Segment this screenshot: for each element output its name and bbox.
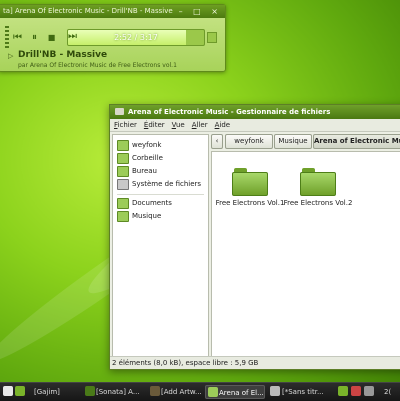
- folder-item-vol1[interactable]: [232, 168, 268, 196]
- sidebar-item-label: Documents: [132, 199, 172, 207]
- tray-icon[interactable]: [338, 386, 348, 396]
- sidebar-item-label: Système de fichiers: [132, 180, 202, 188]
- folder-icon: [117, 211, 129, 222]
- path-segment-musique[interactable]: Musique: [274, 134, 312, 149]
- sonata-titlebar[interactable]: ta] Arena Of Electronic Music - Drill'NB…: [0, 5, 225, 18]
- song-subtitle: par Arena Of Electronic Music de Free El…: [18, 62, 177, 69]
- folder-icon-body: [232, 172, 268, 196]
- menu-aller[interactable]: Aller: [192, 119, 208, 131]
- sidebar-divider: [117, 194, 204, 195]
- tray-icon[interactable]: [351, 386, 361, 396]
- trash-icon: [117, 153, 129, 164]
- file-manager-window: Arena of Electronic Music - Gestionnaire…: [109, 104, 400, 370]
- drive-icon: [117, 179, 129, 190]
- menu-fichier[interactable]: Fichier: [114, 119, 137, 131]
- menu-icon[interactable]: [3, 386, 13, 396]
- text-editor-icon: [270, 386, 280, 396]
- folder-icon-body: [300, 172, 336, 196]
- desktop-icon: [117, 166, 129, 177]
- sonata-title-text: ta] Arena Of Electronic Music - Drill'NB…: [3, 7, 173, 15]
- taskbar-item-sans-titre[interactable]: [*Sans titr...: [282, 385, 328, 399]
- sonata-icon: [85, 386, 95, 396]
- grip-icon: [5, 26, 9, 48]
- divider: [110, 131, 400, 132]
- folder-label[interactable]: Free Electrons Vol.1: [214, 199, 286, 207]
- path-segment-label: weyfonk: [234, 137, 264, 145]
- menu-vue[interactable]: Vue: [172, 119, 185, 131]
- status-bar: 2 éléments (8,0 kB), espace libre : 5,9 …: [110, 356, 400, 369]
- folder-icon: [208, 387, 218, 397]
- next-button[interactable]: ⏭: [66, 30, 79, 43]
- app-icon: [150, 386, 160, 396]
- sidebar-item-label: Bureau: [132, 167, 157, 175]
- sidebar-item-label: weyfonk: [132, 141, 162, 149]
- path-bar: ‹ weyfonk Musique Arena of Electronic Mu…: [211, 134, 400, 149]
- folder-icon: [117, 140, 129, 151]
- sidebar-item-label: Corbeille: [132, 154, 163, 162]
- sonata-body: ⏮ ⏸ ■ 2:52 / 3:17 ▷ Drill'NB - Massive p…: [0, 18, 225, 71]
- file-view: Free Electrons Vol.1 Free Electrons Vol.…: [211, 151, 400, 360]
- folder-icon: [115, 108, 124, 115]
- menu-aide[interactable]: Aide: [215, 119, 231, 131]
- taskbar: [Gajim] [Sonata] A... [Add Artw... Arena…: [0, 382, 400, 401]
- menu-bar: Fichier Éditer Vue Aller Aide: [110, 119, 400, 131]
- menu-editer[interactable]: Éditer: [144, 119, 165, 131]
- folder-icon: [117, 198, 129, 209]
- volume-icon[interactable]: [364, 386, 374, 396]
- file-manager-titlebar[interactable]: Arena of Electronic Music - Gestionnaire…: [110, 105, 400, 119]
- sidebar-item-label: Musique: [132, 212, 162, 220]
- sidebar: weyfonk Corbeille Bureau Système de fich…: [112, 134, 209, 360]
- path-segment-weyfonk[interactable]: weyfonk: [225, 134, 273, 149]
- sonata-window: ta] Arena Of Electronic Music - Drill'NB…: [0, 4, 226, 72]
- volume-icon[interactable]: [207, 32, 217, 43]
- taskbar-item-sonata[interactable]: [Sonata] A...: [96, 385, 146, 399]
- folder-item-vol2[interactable]: [300, 168, 336, 196]
- progress-time: 2:52 / 3:17: [114, 33, 158, 42]
- taskbar-item-add-artwork[interactable]: [Add Artw...: [161, 385, 203, 399]
- stop-button[interactable]: ■: [45, 31, 58, 44]
- song-title: Drill'NB - Massive: [18, 50, 108, 60]
- clock[interactable]: 2(: [384, 385, 400, 399]
- taskbar-item-gajim[interactable]: [Gajim]: [24, 385, 90, 399]
- expand-arrow-icon[interactable]: ▷: [8, 52, 13, 60]
- path-segment-current[interactable]: Arena of Electronic Music: [313, 134, 400, 149]
- previous-button[interactable]: ⏮: [11, 31, 24, 44]
- folder-label[interactable]: Free Electrons Vol.2: [282, 199, 354, 207]
- progress-bar[interactable]: 2:52 / 3:17: [67, 29, 205, 46]
- window-controls[interactable]: – □ ×: [179, 5, 222, 18]
- taskbar-item-label: Arena of El...: [219, 389, 264, 397]
- window-title: Arena of Electronic Music - Gestionnaire…: [128, 108, 331, 116]
- pause-button[interactable]: ⏸: [28, 31, 41, 44]
- path-back-button[interactable]: ‹: [211, 134, 223, 149]
- taskbar-item-file-manager[interactable]: Arena of El...: [205, 385, 265, 399]
